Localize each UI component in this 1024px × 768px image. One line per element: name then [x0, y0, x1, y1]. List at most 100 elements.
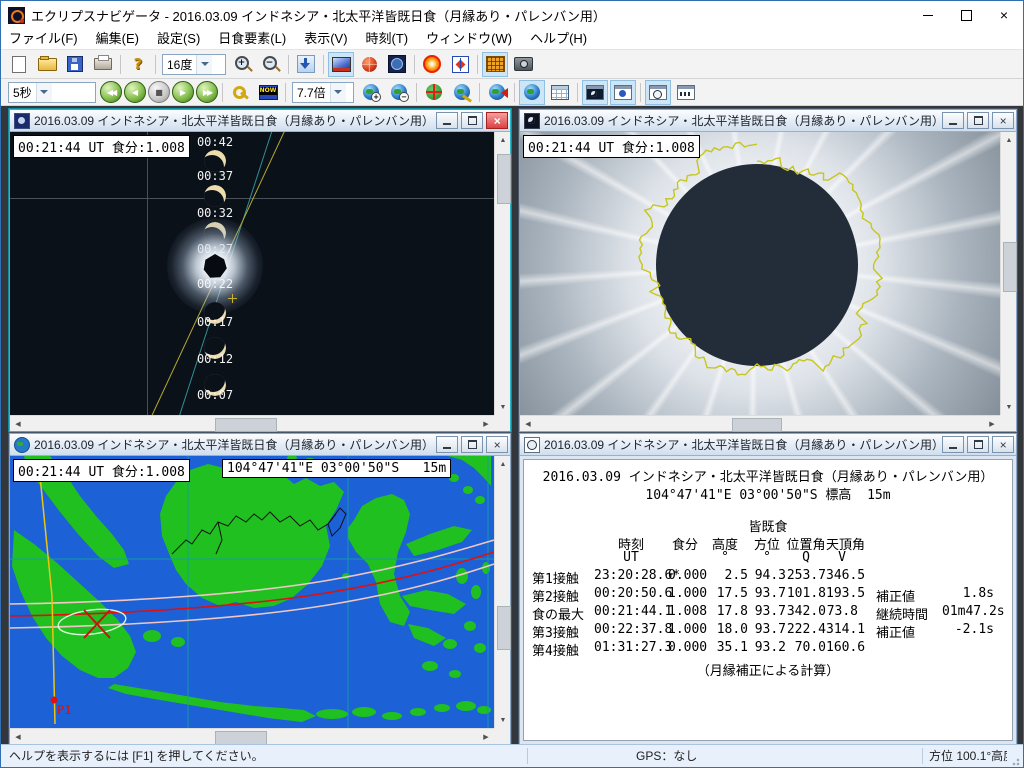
rewind-button[interactable]	[100, 81, 122, 103]
capture-button[interactable]	[293, 52, 319, 77]
scroll-down-icon[interactable]	[1001, 399, 1017, 415]
sky-view-canvas[interactable]: 00:42 00:37 00:32 00:27 00:22 00:17 00:1…	[10, 132, 494, 415]
digital-window-toggle[interactable]	[673, 80, 699, 105]
sky-minimize-button[interactable]	[436, 112, 458, 129]
scroll-thumb[interactable]	[1003, 242, 1017, 292]
now-button[interactable]: NOW	[255, 80, 281, 105]
scroll-thumb[interactable]	[497, 606, 511, 650]
scroll-thumb[interactable]	[497, 154, 511, 204]
flash-view-button[interactable]	[447, 52, 473, 77]
zoom-out-button[interactable]	[258, 52, 284, 77]
sky-horizontal-scrollbar[interactable]	[10, 415, 494, 431]
camera-button[interactable]	[510, 52, 536, 77]
grid-overlay-button[interactable]	[482, 52, 508, 77]
map-window-button[interactable]	[519, 80, 545, 105]
data-restore-button[interactable]	[967, 436, 989, 453]
sky-window-titlebar[interactable]: 2016.03.09 インドネシア・北太平洋皆既日食（月縁あり・パレンバン用） …	[10, 110, 510, 132]
now-icon: NOW	[259, 85, 278, 100]
new-file-button[interactable]	[6, 52, 32, 77]
sky-view-button[interactable]	[328, 52, 354, 77]
corona-vertical-scrollbar[interactable]	[1000, 132, 1016, 415]
data-window-titlebar[interactable]: 2016.03.09 インドネシア・北太平洋皆既日食（月縁あり・パレンバン用） …	[520, 434, 1016, 456]
resize-grip[interactable]	[1007, 753, 1021, 767]
corona-minimize-button[interactable]	[942, 112, 964, 129]
map-zoom-in-button[interactable]	[358, 80, 384, 105]
menu-edit[interactable]: 編集(E)	[87, 29, 148, 49]
stop-button[interactable]	[148, 81, 170, 103]
step-back-button[interactable]	[124, 81, 146, 103]
scroll-left-icon[interactable]	[10, 729, 26, 744]
step-interval-select[interactable]: 5秒	[8, 82, 96, 103]
sky-close-button[interactable]	[486, 112, 508, 129]
sun-view-button[interactable]	[419, 52, 445, 77]
scroll-left-icon[interactable]	[520, 416, 536, 432]
map-vertical-scrollbar[interactable]	[494, 456, 510, 728]
corona-window-titlebar[interactable]: 2016.03.09 インドネシア・北太平洋皆既日食（月縁あり・パレンバン用） …	[520, 110, 1016, 132]
main-toolbar: 16度	[1, 50, 1023, 79]
menu-settings[interactable]: 設定(S)	[148, 29, 209, 49]
sky-window: 2016.03.09 インドネシア・北太平洋皆既日食（月縁あり・パレンバン用） …	[9, 109, 511, 432]
map-canvas[interactable]: P1 00:21:44 UT 食分:1.008 104°47'41"E 03°0…	[10, 456, 494, 728]
data-minimize-button[interactable]	[942, 436, 964, 453]
minimize-button[interactable]	[909, 1, 947, 29]
globe-grid-button[interactable]	[356, 52, 382, 77]
map-restore-button[interactable]	[461, 436, 483, 453]
table-window-button[interactable]	[547, 80, 573, 105]
close-button[interactable]	[985, 1, 1023, 29]
scroll-left-icon[interactable]	[10, 416, 26, 432]
scroll-thumb[interactable]	[215, 731, 267, 744]
corona-close-button[interactable]	[992, 112, 1014, 129]
map-horizontal-scrollbar[interactable]	[10, 728, 494, 744]
scroll-up-icon[interactable]	[495, 132, 511, 148]
scroll-down-icon[interactable]	[495, 712, 511, 728]
corona-horizontal-scrollbar[interactable]	[520, 415, 1000, 431]
sky-restore-button[interactable]	[461, 112, 483, 129]
save-button[interactable]	[62, 52, 88, 77]
zoom-in-button[interactable]	[230, 52, 256, 77]
map-zoom-select[interactable]: 7.7倍	[292, 82, 354, 103]
sky-vertical-scrollbar[interactable]	[494, 132, 510, 415]
scroll-right-icon[interactable]	[478, 729, 494, 744]
play-button[interactable]	[172, 81, 194, 103]
menu-help[interactable]: ヘルプ(H)	[521, 29, 596, 49]
map-close-button[interactable]	[486, 436, 508, 453]
menu-eclipse-elements[interactable]: 日食要素(L)	[209, 29, 295, 49]
menu-window[interactable]: ウィンドウ(W)	[417, 29, 521, 49]
scroll-right-icon[interactable]	[478, 416, 494, 432]
open-file-button[interactable]	[34, 52, 60, 77]
scroll-thumb[interactable]	[732, 418, 782, 432]
application-window: エクリプスナビゲータ - 2016.03.09 インドネシア・北太平洋皆既日食（…	[0, 0, 1024, 768]
fast-forward-button[interactable]	[196, 81, 218, 103]
section-heading: 皆既食	[524, 516, 1012, 535]
disk-window-toggle[interactable]	[610, 80, 636, 105]
help-button[interactable]	[125, 52, 151, 77]
menu-time[interactable]: 時刻(T)	[357, 29, 418, 49]
fov-select[interactable]: 16度	[162, 54, 226, 75]
map-minimize-button[interactable]	[436, 436, 458, 453]
menu-file[interactable]: ファイル(F)	[1, 29, 87, 49]
set-location-button[interactable]	[449, 80, 475, 105]
maximize-button[interactable]	[947, 1, 985, 29]
data-close-button[interactable]	[992, 436, 1014, 453]
globe-key-icon	[454, 84, 470, 100]
scroll-thumb[interactable]	[215, 418, 277, 432]
print-button[interactable]	[90, 52, 116, 77]
scroll-up-icon[interactable]	[495, 456, 511, 472]
scroll-right-icon[interactable]	[984, 416, 1000, 432]
corona-view-canvas[interactable]: 00:21:44 UT 食分:1.008	[520, 132, 1000, 415]
corona-restore-button[interactable]	[967, 112, 989, 129]
corona-graphic	[520, 132, 1000, 415]
contact-window-toggle[interactable]	[645, 80, 671, 105]
scroll-down-icon[interactable]	[495, 399, 511, 415]
pick-location-button[interactable]	[484, 80, 510, 105]
disk-view-button[interactable]	[384, 52, 410, 77]
scroll-up-icon[interactable]	[1001, 132, 1017, 148]
sky-window-toggle[interactable]	[582, 80, 608, 105]
map-zoom-out-button[interactable]	[386, 80, 412, 105]
map-window-titlebar[interactable]: 2016.03.09 インドネシア・北太平洋皆既日食（月縁あり・パレンバン用） …	[10, 434, 510, 456]
set-time-button[interactable]	[227, 80, 253, 105]
crosshair-icon	[426, 84, 442, 100]
center-location-button[interactable]	[421, 80, 447, 105]
app-icon	[8, 7, 25, 24]
menu-view[interactable]: 表示(V)	[295, 29, 356, 49]
